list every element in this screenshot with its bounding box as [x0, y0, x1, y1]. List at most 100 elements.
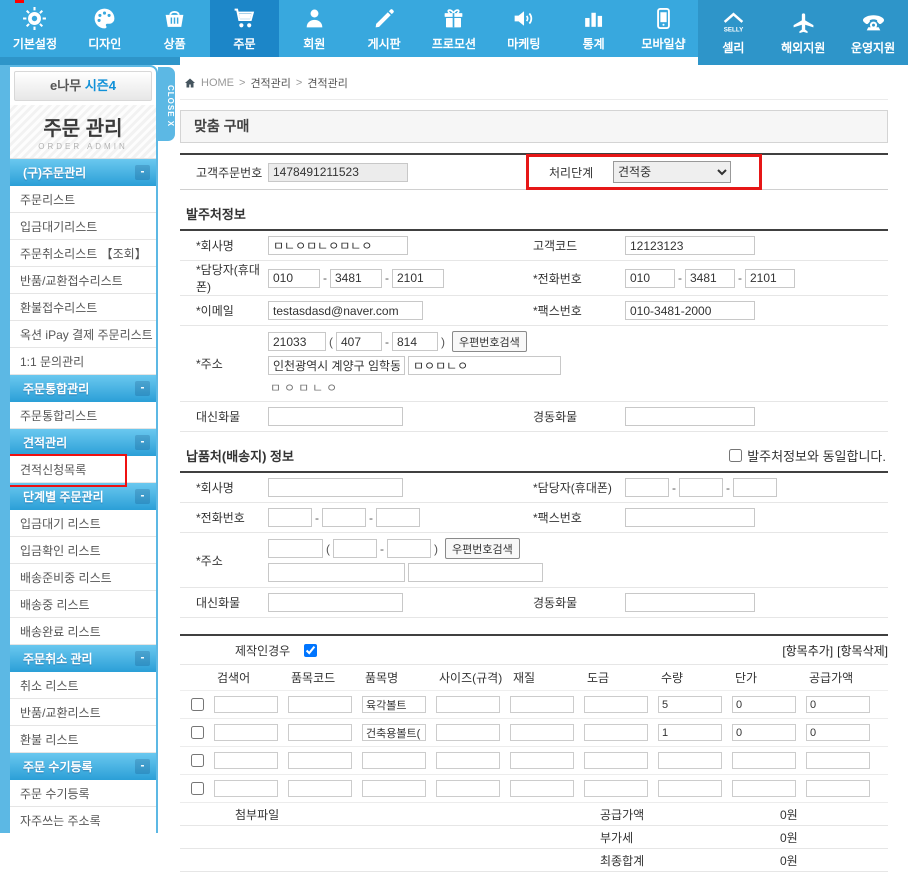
collapse-button[interactable]: -: [135, 435, 150, 450]
shipping-zip3-input[interactable]: [387, 539, 431, 558]
shipping-company-input[interactable]: [268, 478, 403, 497]
item-cell-input[interactable]: [806, 724, 870, 741]
collapse-button[interactable]: -: [135, 489, 150, 504]
sidebar-item[interactable]: 취소 리스트: [10, 672, 156, 699]
shipping-cargo2-input[interactable]: [625, 593, 755, 612]
item-cell-input[interactable]: [806, 696, 870, 713]
sidebar-item[interactable]: 반품/교환리스트: [10, 699, 156, 726]
order-number-input[interactable]: [268, 163, 408, 182]
sidebar-section-header[interactable]: 주문 수기등록-: [10, 753, 156, 780]
shipping-cargo1-input[interactable]: [268, 593, 403, 612]
orderer-fax-input[interactable]: [625, 301, 755, 320]
sidebar-item[interactable]: 반품/교환접수리스트: [10, 267, 156, 294]
shipping-manager-phone2-input[interactable]: [679, 478, 723, 497]
sidebar-close-tab[interactable]: CLOSE X: [158, 67, 175, 141]
item-cell-input[interactable]: [362, 696, 426, 713]
item-cell-input[interactable]: [806, 752, 870, 769]
item-cell-input[interactable]: [732, 696, 796, 713]
item-cell-input[interactable]: [584, 724, 648, 741]
item-cell-input[interactable]: [732, 780, 796, 797]
nav-item-pencil[interactable]: 게시판: [349, 0, 419, 57]
shipping-manager-phone3-input[interactable]: [733, 478, 777, 497]
orderer-zip-input[interactable]: [268, 332, 326, 351]
stage-select[interactable]: 견적중: [613, 161, 731, 183]
item-cell-input[interactable]: [584, 752, 648, 769]
sidebar-item[interactable]: 자주쓰는 주소록: [10, 807, 156, 833]
item-cell-input[interactable]: [214, 724, 278, 741]
nav-item-airplane[interactable]: 해외지원: [768, 0, 838, 65]
item-cell-input[interactable]: [214, 780, 278, 797]
collapse-button[interactable]: -: [135, 759, 150, 774]
nav-item-speaker[interactable]: 마케팅: [489, 0, 559, 57]
item-cell-input[interactable]: [288, 724, 352, 741]
sidebar-item[interactable]: 주문취소리스트 【조회】: [10, 240, 156, 267]
orderer-phone3-input[interactable]: [745, 269, 795, 288]
sidebar-item[interactable]: 배송완료 리스트: [10, 618, 156, 645]
item-cell-input[interactable]: [732, 752, 796, 769]
shipping-manager-phone1-input[interactable]: [625, 478, 669, 497]
item-row-checkbox[interactable]: [191, 698, 204, 711]
zip-search-button[interactable]: 우편번호검색: [445, 538, 520, 559]
delete-item-button[interactable]: [항목삭제]: [837, 642, 888, 659]
item-cell-input[interactable]: [658, 724, 722, 741]
zip-search-button[interactable]: 우편번호검색: [452, 331, 527, 352]
item-cell-input[interactable]: [584, 780, 648, 797]
item-cell-input[interactable]: [658, 696, 722, 713]
collapse-button[interactable]: -: [135, 651, 150, 666]
sidebar-section-header[interactable]: 견적관리-: [10, 429, 156, 456]
nav-item-selly-home[interactable]: SELLY셀리: [698, 0, 768, 65]
sidebar-item[interactable]: 배송준비중 리스트: [10, 564, 156, 591]
sidebar-item[interactable]: 배송중 리스트: [10, 591, 156, 618]
item-cell-input[interactable]: [288, 752, 352, 769]
item-cell-input[interactable]: [510, 696, 574, 713]
add-item-button[interactable]: [항목추가]: [782, 642, 833, 659]
orderer-manager-phone3-input[interactable]: [392, 269, 444, 288]
nav-item-phone[interactable]: 운영지원: [838, 0, 908, 65]
sidebar-section-header[interactable]: 단계별 주문관리-: [10, 483, 156, 510]
item-cell-input[interactable]: [288, 780, 352, 797]
sidebar-item[interactable]: 옥션 iPay 결제 주문리스트: [10, 321, 156, 348]
breadcrumb-item[interactable]: 견적관리: [307, 75, 347, 91]
orderer-phone1-input[interactable]: [625, 269, 675, 288]
item-cell-input[interactable]: [510, 724, 574, 741]
sidebar-item[interactable]: 환불접수리스트: [10, 294, 156, 321]
sidebar-section-header[interactable]: 주문통합관리-: [10, 375, 156, 402]
nav-item-basket[interactable]: 상품: [140, 0, 210, 57]
shipping-phone2-input[interactable]: [322, 508, 366, 527]
sidebar-item[interactable]: 1:1 문의관리: [10, 348, 156, 375]
item-cell-input[interactable]: [436, 752, 500, 769]
sidebar-item[interactable]: 입금확인 리스트: [10, 537, 156, 564]
sidebar-item[interactable]: 환불 리스트: [10, 726, 156, 753]
sidebar-item[interactable]: 입금대기 리스트: [10, 510, 156, 537]
nav-item-gear[interactable]: 기본설정: [0, 0, 70, 57]
item-cell-input[interactable]: [436, 724, 500, 741]
item-cell-input[interactable]: [658, 752, 722, 769]
collapse-button[interactable]: -: [135, 165, 150, 180]
item-row-checkbox[interactable]: [191, 754, 204, 767]
item-cell-input[interactable]: [510, 752, 574, 769]
item-cell-input[interactable]: [510, 780, 574, 797]
breadcrumb-item[interactable]: 견적관리: [250, 75, 290, 91]
item-row-checkbox[interactable]: [191, 782, 204, 795]
shipping-phone3-input[interactable]: [376, 508, 420, 527]
orderer-manager-phone2-input[interactable]: [330, 269, 382, 288]
item-cell-input[interactable]: [584, 696, 648, 713]
item-cell-input[interactable]: [658, 780, 722, 797]
nav-item-person[interactable]: 회원: [279, 0, 349, 57]
orderer-address2-input[interactable]: [408, 356, 561, 375]
nav-item-palette[interactable]: 디자인: [70, 0, 140, 57]
item-cell-input[interactable]: [214, 696, 278, 713]
sidebar-item[interactable]: 주문 수기등록: [10, 780, 156, 807]
item-cell-input[interactable]: [732, 724, 796, 741]
sidebar-item[interactable]: 견적신청목록: [10, 456, 156, 483]
orderer-manager-phone1-input[interactable]: [268, 269, 320, 288]
item-cell-input[interactable]: [288, 696, 352, 713]
item-row-checkbox[interactable]: [191, 726, 204, 739]
item-cell-input[interactable]: [806, 780, 870, 797]
shipping-address2-input[interactable]: [408, 563, 543, 582]
orderer-zip2-input[interactable]: [336, 332, 382, 351]
customer-code-input[interactable]: [625, 236, 755, 255]
sidebar-item[interactable]: 주문통합리스트: [10, 402, 156, 429]
nav-item-cart[interactable]: 주문: [210, 0, 280, 57]
item-cell-input[interactable]: [436, 780, 500, 797]
